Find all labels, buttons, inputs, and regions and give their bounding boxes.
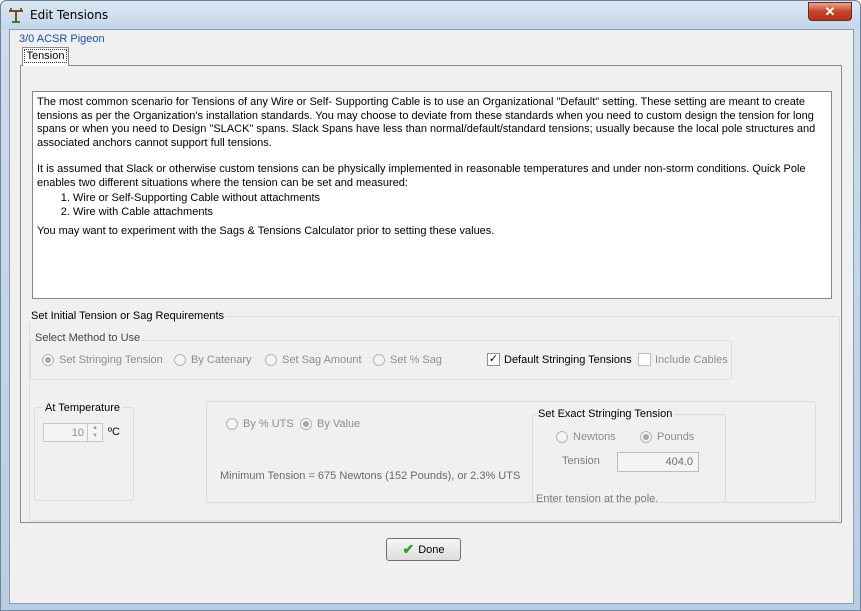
radio-by-percent-uts[interactable]: By % UTS xyxy=(226,418,294,430)
minimum-tension-text: Minimum Tension = 675 Newtons (152 Pound… xyxy=(220,470,521,482)
temperature-group xyxy=(34,407,134,501)
list-item: Wire with Cable attachments xyxy=(73,206,827,220)
radio-label: Set % Sag xyxy=(390,354,442,366)
radio-label: By % UTS xyxy=(243,418,294,430)
pole-icon xyxy=(9,8,23,23)
temperature-value: 10 xyxy=(71,427,84,439)
radio-set-sag-amount[interactable]: Set Sag Amount xyxy=(265,354,362,366)
tension-field-label: Tension xyxy=(562,455,600,467)
radio-label: Newtons xyxy=(573,431,616,443)
temperature-group-label: At Temperature xyxy=(43,402,123,414)
title-bar: Edit Tensions ✕ xyxy=(1,1,860,29)
radio-by-catenary[interactable]: By Catenary xyxy=(174,354,252,366)
list-item: Wire or Self-Supporting Cable without at… xyxy=(73,192,827,206)
requirements-group-label: Set Initial Tension or Sag Requirements xyxy=(29,310,227,322)
radio-set-stringing-tension[interactable]: Set Stringing Tension xyxy=(42,354,163,366)
checkbox-box xyxy=(638,353,651,366)
checkmark-icon: ✔ xyxy=(402,541,415,557)
close-button[interactable]: ✕ xyxy=(808,2,852,21)
radio-dot xyxy=(556,431,568,443)
info-paragraph-1: The most common scenario for Tensions of… xyxy=(37,96,816,149)
tab-tension[interactable]: Tension xyxy=(22,47,69,66)
radio-pounds[interactable]: Pounds xyxy=(640,431,694,443)
method-group-label: Select Method to Use xyxy=(33,332,143,344)
radio-dot xyxy=(265,354,277,366)
stepper-buttons[interactable]: ▲ ▼ xyxy=(87,424,102,441)
chevron-down-icon[interactable]: ▼ xyxy=(88,432,102,440)
radio-label: By Value xyxy=(317,418,361,430)
checkbox-label: Default Stringing Tensions xyxy=(504,353,632,366)
radio-set-percent-sag[interactable]: Set % Sag xyxy=(373,354,442,366)
radio-newtons[interactable]: Newtons xyxy=(556,431,616,443)
checkbox-label: Include Cables xyxy=(655,353,728,366)
radio-label: Set Sag Amount xyxy=(282,354,362,366)
dialog-client: 3/0 ACSR Pigeon Tension The most common … xyxy=(9,29,854,604)
radio-by-value[interactable]: By Value xyxy=(300,418,360,430)
checkmark-icon: ✓ xyxy=(487,353,500,366)
edit-tensions-window: Edit Tensions ✕ 3/0 ACSR Pigeon Tension … xyxy=(0,0,861,611)
include-cables-checkbox[interactable]: Include Cables xyxy=(638,353,728,366)
tension-hint: Enter tension at the pole. xyxy=(536,493,659,505)
breadcrumb: 3/0 ACSR Pigeon xyxy=(19,33,105,45)
exact-tension-group-label: Set Exact Stringing Tension xyxy=(536,408,675,420)
info-list: Wire or Self-Supporting Cable without at… xyxy=(37,192,827,219)
info-paragraph-3: You may want to experiment with the Sags… xyxy=(37,225,495,237)
temperature-unit: ºC xyxy=(108,426,120,438)
radio-dot xyxy=(226,418,238,430)
radio-dot xyxy=(174,354,186,366)
info-paragraph-2: It is assumed that Slack or otherwise cu… xyxy=(37,163,806,189)
radio-label: Pounds xyxy=(657,431,695,443)
window-title: Edit Tensions xyxy=(30,8,109,22)
done-button[interactable]: ✔ Done xyxy=(386,538,461,561)
chevron-up-icon[interactable]: ▲ xyxy=(88,424,102,432)
radio-dot xyxy=(373,354,385,366)
radio-label: By Catenary xyxy=(191,354,252,366)
radio-label: Set Stringing Tension xyxy=(59,354,163,366)
done-label: Done xyxy=(418,543,445,556)
temperature-stepper[interactable]: 10 ▲ ▼ xyxy=(43,423,103,442)
radio-dot xyxy=(640,431,652,443)
radio-dot xyxy=(300,418,312,430)
default-stringing-tensions-checkbox[interactable]: ✓ Default Stringing Tensions xyxy=(487,353,632,366)
tab-label: Tension xyxy=(23,49,68,63)
radio-dot xyxy=(42,354,54,366)
tension-input[interactable]: 404.0 xyxy=(617,452,699,472)
info-text-box: The most common scenario for Tensions of… xyxy=(32,91,832,299)
